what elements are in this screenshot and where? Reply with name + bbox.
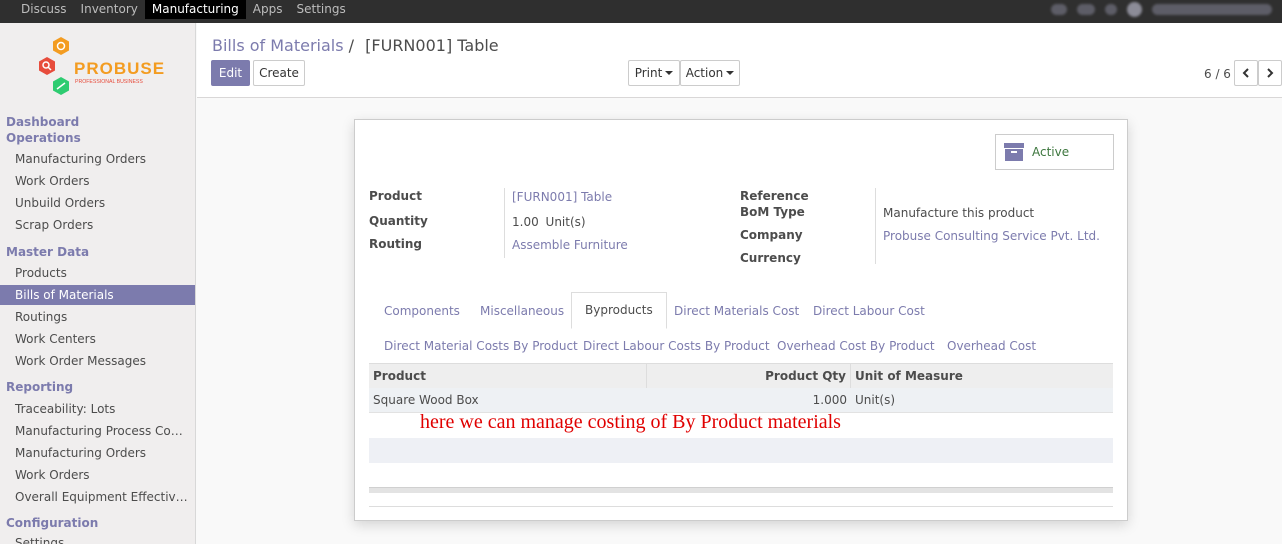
- reference-label: Reference: [740, 189, 809, 203]
- caret-down-icon: [665, 71, 674, 75]
- quantity-number: 1.00: [512, 215, 539, 229]
- menu-discuss[interactable]: Discuss: [0, 0, 74, 19]
- print-dropdown[interactable]: Print: [628, 60, 680, 86]
- company-value[interactable]: Probuse Consulting Service Pvt. Ltd.: [883, 229, 1100, 243]
- action-dropdown[interactable]: Action: [680, 60, 740, 86]
- sidebar-item-work-orders-report[interactable]: Work Orders: [0, 465, 195, 485]
- routing-value[interactable]: Assemble Furniture: [512, 238, 628, 252]
- menu-apps[interactable]: Apps: [246, 0, 290, 19]
- table-row-empty: [369, 438, 1113, 463]
- action-label: Action: [685, 66, 724, 80]
- sidebar-item-scrap-orders[interactable]: Scrap Orders: [0, 215, 195, 235]
- breadcrumb-current: [FURN001] Table: [365, 36, 499, 55]
- create-button[interactable]: Create: [253, 60, 305, 86]
- breadcrumb-separator: /: [348, 36, 355, 55]
- company-label: Company: [740, 228, 803, 242]
- table-row[interactable]: Square Wood Box 1.000 Unit(s): [369, 388, 1113, 413]
- activity-icon[interactable]: [1051, 4, 1067, 15]
- tab-overhead-cost-by-product[interactable]: Overhead Cost By Product: [777, 339, 935, 353]
- sidebar-item-manufacturing-orders-report[interactable]: Manufacturing Orders: [0, 443, 195, 463]
- sidebar-item-bills-of-materials[interactable]: Bills of Materials: [0, 285, 195, 305]
- divider: [369, 506, 1113, 507]
- archive-icon: [1004, 143, 1024, 161]
- row-product: Square Wood Box: [373, 393, 479, 407]
- archive-status-label: Active: [1032, 145, 1070, 159]
- sidebar-item-settings[interactable]: Settings: [0, 533, 195, 544]
- sidebar-item-manufacturing-orders[interactable]: Manufacturing Orders: [0, 149, 195, 169]
- divider: [875, 188, 876, 264]
- bom-type-value[interactable]: Manufacture this product: [883, 206, 1034, 220]
- tab-direct-materials-cost[interactable]: Direct Materials Cost: [674, 304, 799, 318]
- quantity-unit: Unit(s): [545, 215, 586, 229]
- section-dashboard[interactable]: Dashboard: [6, 115, 79, 129]
- product-label: Product: [369, 189, 422, 203]
- systray: [1051, 2, 1272, 17]
- tab-direct-material-costs-by-product[interactable]: Direct Material Costs By Product: [384, 339, 578, 353]
- tab-byproducts[interactable]: Byproducts: [571, 292, 667, 329]
- user-menu[interactable]: [1152, 4, 1272, 15]
- column-product[interactable]: Product: [369, 364, 647, 388]
- row-qty: 1.000: [812, 393, 847, 407]
- messages-icon[interactable]: [1077, 4, 1095, 15]
- routing-label: Routing: [369, 237, 423, 251]
- section-configuration: Configuration: [6, 516, 99, 530]
- pager-value[interactable]: 6 / 6: [1204, 67, 1231, 81]
- tab-overhead-cost[interactable]: Overhead Cost: [947, 339, 1036, 353]
- section-operations: Operations: [6, 131, 81, 145]
- menu-settings[interactable]: Settings: [289, 0, 352, 19]
- quantity-label: Quantity: [369, 214, 428, 228]
- archive-toggle-button[interactable]: Active: [995, 134, 1114, 170]
- byproducts-table-header: Product Product Qty Unit of Measure: [369, 363, 1113, 388]
- top-navbar: Discuss Inventory Manufacturing Apps Set…: [0, 0, 1282, 23]
- tab-miscellaneous[interactable]: Miscellaneous: [480, 304, 564, 318]
- caret-down-icon: [726, 71, 735, 75]
- column-unit-of-measure[interactable]: Unit of Measure: [851, 364, 1113, 388]
- breadcrumb-parent[interactable]: Bills of Materials: [212, 36, 344, 55]
- column-product-qty[interactable]: Product Qty: [647, 364, 851, 388]
- menu-manufacturing[interactable]: Manufacturing: [144, 0, 246, 19]
- sidebar-item-work-centers[interactable]: Work Centers: [0, 329, 195, 349]
- control-panel: Bills of Materials / [FURN001] Table Edi…: [197, 23, 1282, 98]
- sidebar-item-work-orders[interactable]: Work Orders: [0, 171, 195, 191]
- sidebar-item-products[interactable]: Products: [0, 263, 195, 283]
- pager-previous-button[interactable]: [1234, 60, 1258, 86]
- pager-next-button[interactable]: [1258, 60, 1282, 86]
- row-uom: Unit(s): [855, 393, 896, 407]
- sidebar-item-manufacturing-process-costing[interactable]: Manufacturing Process Co…: [0, 421, 195, 441]
- annotation-text: here we can manage costing of By Product…: [420, 411, 841, 433]
- sidebar-item-traceability-lots[interactable]: Traceability: Lots: [0, 399, 195, 419]
- sidebar-item-routings[interactable]: Routings: [0, 307, 195, 327]
- sidebar-item-unbuild-orders[interactable]: Unbuild Orders: [0, 193, 195, 213]
- tab-direct-labour-costs-by-product[interactable]: Direct Labour Costs By Product: [583, 339, 770, 353]
- brand-name: PROBUSE: [74, 59, 164, 78]
- chevron-right-icon: [1267, 68, 1274, 78]
- print-label: Print: [634, 66, 663, 80]
- divider: [504, 188, 505, 258]
- breadcrumb: Bills of Materials / [FURN001] Table: [212, 36, 499, 55]
- tab-direct-labour-cost[interactable]: Direct Labour Cost: [813, 304, 925, 318]
- bom-type-label: BoM Type: [740, 205, 805, 219]
- sidebar-item-work-order-messages[interactable]: Work Order Messages: [0, 351, 195, 371]
- form-sheet: Active Product Quantity Routing [FURN001…: [354, 119, 1128, 521]
- table-footer: [369, 487, 1113, 493]
- section-reporting: Reporting: [6, 380, 74, 394]
- section-master-data: Master Data: [6, 245, 90, 259]
- edit-button[interactable]: Edit: [211, 60, 250, 86]
- sidebar-item-overall-equipment-effectiveness[interactable]: Overall Equipment Effectiv…: [0, 487, 195, 507]
- app-menu: Discuss Inventory Manufacturing Apps Set…: [0, 0, 353, 23]
- avatar[interactable]: [1127, 2, 1142, 17]
- menu-inventory[interactable]: Inventory: [74, 0, 145, 19]
- tab-components[interactable]: Components: [384, 304, 460, 318]
- product-value[interactable]: [FURN001] Table: [512, 190, 612, 204]
- brand-tagline: PROFESSIONAL BUSINESS: [75, 79, 143, 85]
- probuse-logo: PROBUSE PROFESSIONAL BUSINESS: [39, 37, 164, 95]
- sidebar: PROBUSE PROFESSIONAL BUSINESS Dashboard …: [0, 23, 196, 544]
- chevron-left-icon: [1242, 68, 1249, 78]
- quantity-value: 1.00 Unit(s): [512, 215, 586, 229]
- currency-label: Currency: [740, 251, 801, 265]
- clock-icon[interactable]: [1105, 4, 1117, 15]
